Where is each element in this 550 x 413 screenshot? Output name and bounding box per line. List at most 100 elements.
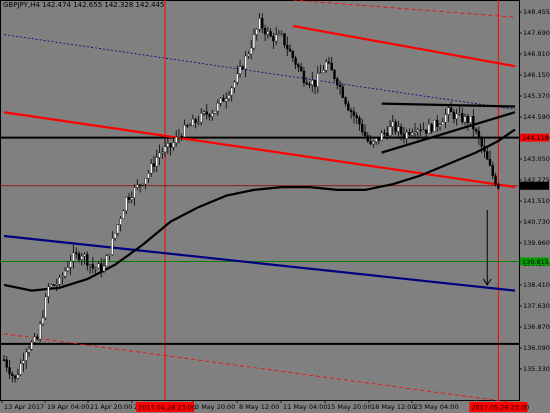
bull-candle (236, 73, 239, 83)
bull-candle (372, 141, 375, 145)
time-tick-label: 21 Apr 20:00 (90, 403, 132, 411)
time-tick-label: 23 May 04:00 (414, 403, 459, 411)
time-tick-label: 19 Apr 04:00 (47, 403, 89, 411)
price-tick-label: 147.690 (523, 29, 550, 37)
bear-candle (474, 129, 478, 132)
bear-candle (466, 116, 469, 123)
bear-candle (11, 373, 14, 376)
bull-candle (202, 111, 206, 114)
bear-candle (477, 130, 481, 139)
time-tick-label: 13 Apr 2017 (4, 403, 44, 411)
bull-candle (191, 118, 195, 126)
bull-candle (133, 187, 136, 198)
bull-candle (50, 284, 53, 287)
bull-candle (188, 125, 192, 127)
bull-candle (444, 114, 447, 123)
bear-candle (430, 124, 433, 132)
bear-candle (461, 113, 464, 123)
price-tick-label: 135.330 (523, 365, 550, 373)
bull-candle (33, 336, 36, 343)
bull-candle (111, 238, 114, 255)
price-tick-label: 144.590 (523, 113, 550, 121)
bull-candle (224, 98, 228, 102)
bull-candle (266, 31, 270, 35)
trendline (3, 34, 516, 110)
bear-candle (419, 129, 422, 132)
bull-candle (197, 121, 200, 124)
bull-candle (319, 72, 322, 74)
bear-candle (355, 115, 358, 118)
bear-candle (349, 110, 353, 112)
bull-candle (463, 116, 467, 123)
price-tick-label: 140.730 (523, 218, 550, 226)
bull-candle (27, 348, 31, 353)
bear-candle (138, 184, 142, 187)
bear-candle (436, 119, 439, 127)
bear-candle (205, 111, 208, 115)
bull-candle (433, 119, 436, 132)
price-tick-label: 145.370 (523, 92, 550, 100)
bull-candle (213, 110, 217, 114)
bull-candle (411, 132, 414, 136)
bull-candle (61, 276, 64, 278)
bull-candle (280, 33, 283, 35)
bear-candle (294, 57, 297, 65)
bull-candle (124, 197, 128, 212)
bull-candle (397, 126, 400, 132)
bear-candle (305, 82, 308, 85)
bear-candle (424, 129, 428, 134)
bull-candle (311, 80, 314, 85)
bear-candle (36, 336, 39, 340)
bull-candle (47, 286, 50, 298)
bull-candle (30, 341, 33, 350)
bear-candle (327, 61, 331, 64)
bear-candle (8, 367, 11, 375)
bear-candle (269, 31, 272, 37)
price-tick-label: 146.910 (523, 50, 550, 58)
bull-candle (422, 129, 425, 132)
bear-candle (313, 80, 317, 88)
bull-candle (324, 61, 328, 71)
bear-candle (352, 111, 356, 116)
bull-candle (177, 136, 181, 138)
price-chart[interactable]: 148.455 147.690 146.910 146.150 145.370 144.5… (0, 0, 550, 413)
bull-candle (105, 255, 108, 267)
bear-candle (100, 263, 103, 272)
bull-candle (247, 53, 250, 57)
price-tick-label: 138.410 (523, 281, 550, 289)
bull-candle (94, 267, 97, 270)
bull-candle (391, 121, 395, 127)
price-tick-label: 148.455 (523, 8, 550, 16)
price-tick-label: 143.050 (523, 155, 550, 163)
chart-window[interactable]: 148.455 147.690 146.910 146.150 145.370 144.5… (0, 0, 550, 413)
price-tick-label: 136.090 (523, 344, 550, 352)
plot-frame (0, 0, 520, 401)
bull-candle (72, 252, 75, 262)
bull-candle (144, 178, 147, 185)
bear-candle (5, 359, 8, 368)
price-tick-label: 139.960 (523, 239, 550, 247)
bear-candle (194, 118, 197, 123)
bull-candle (136, 184, 139, 188)
bull-candle (227, 95, 231, 99)
bear-candle (297, 64, 300, 68)
trendline (292, 0, 516, 18)
bear-candle (494, 175, 497, 185)
bull-candle (116, 224, 120, 234)
bull-candle (19, 363, 22, 375)
bear-candle (483, 145, 486, 152)
moving-average-line (3, 128, 516, 292)
bear-candle (338, 84, 342, 87)
bull-candle (238, 66, 242, 75)
price-tick-label: 136.870 (523, 323, 550, 331)
bear-candle (386, 132, 389, 137)
bull-candle (416, 129, 419, 132)
price-label-text: 142.445 (522, 182, 549, 190)
bear-candle (452, 111, 456, 120)
bear-candle (286, 44, 289, 50)
bear-candle (333, 69, 336, 80)
bear-candle (127, 197, 131, 200)
bull-candle (66, 267, 70, 272)
bear-candle (222, 97, 225, 102)
bull-candle (458, 113, 461, 115)
